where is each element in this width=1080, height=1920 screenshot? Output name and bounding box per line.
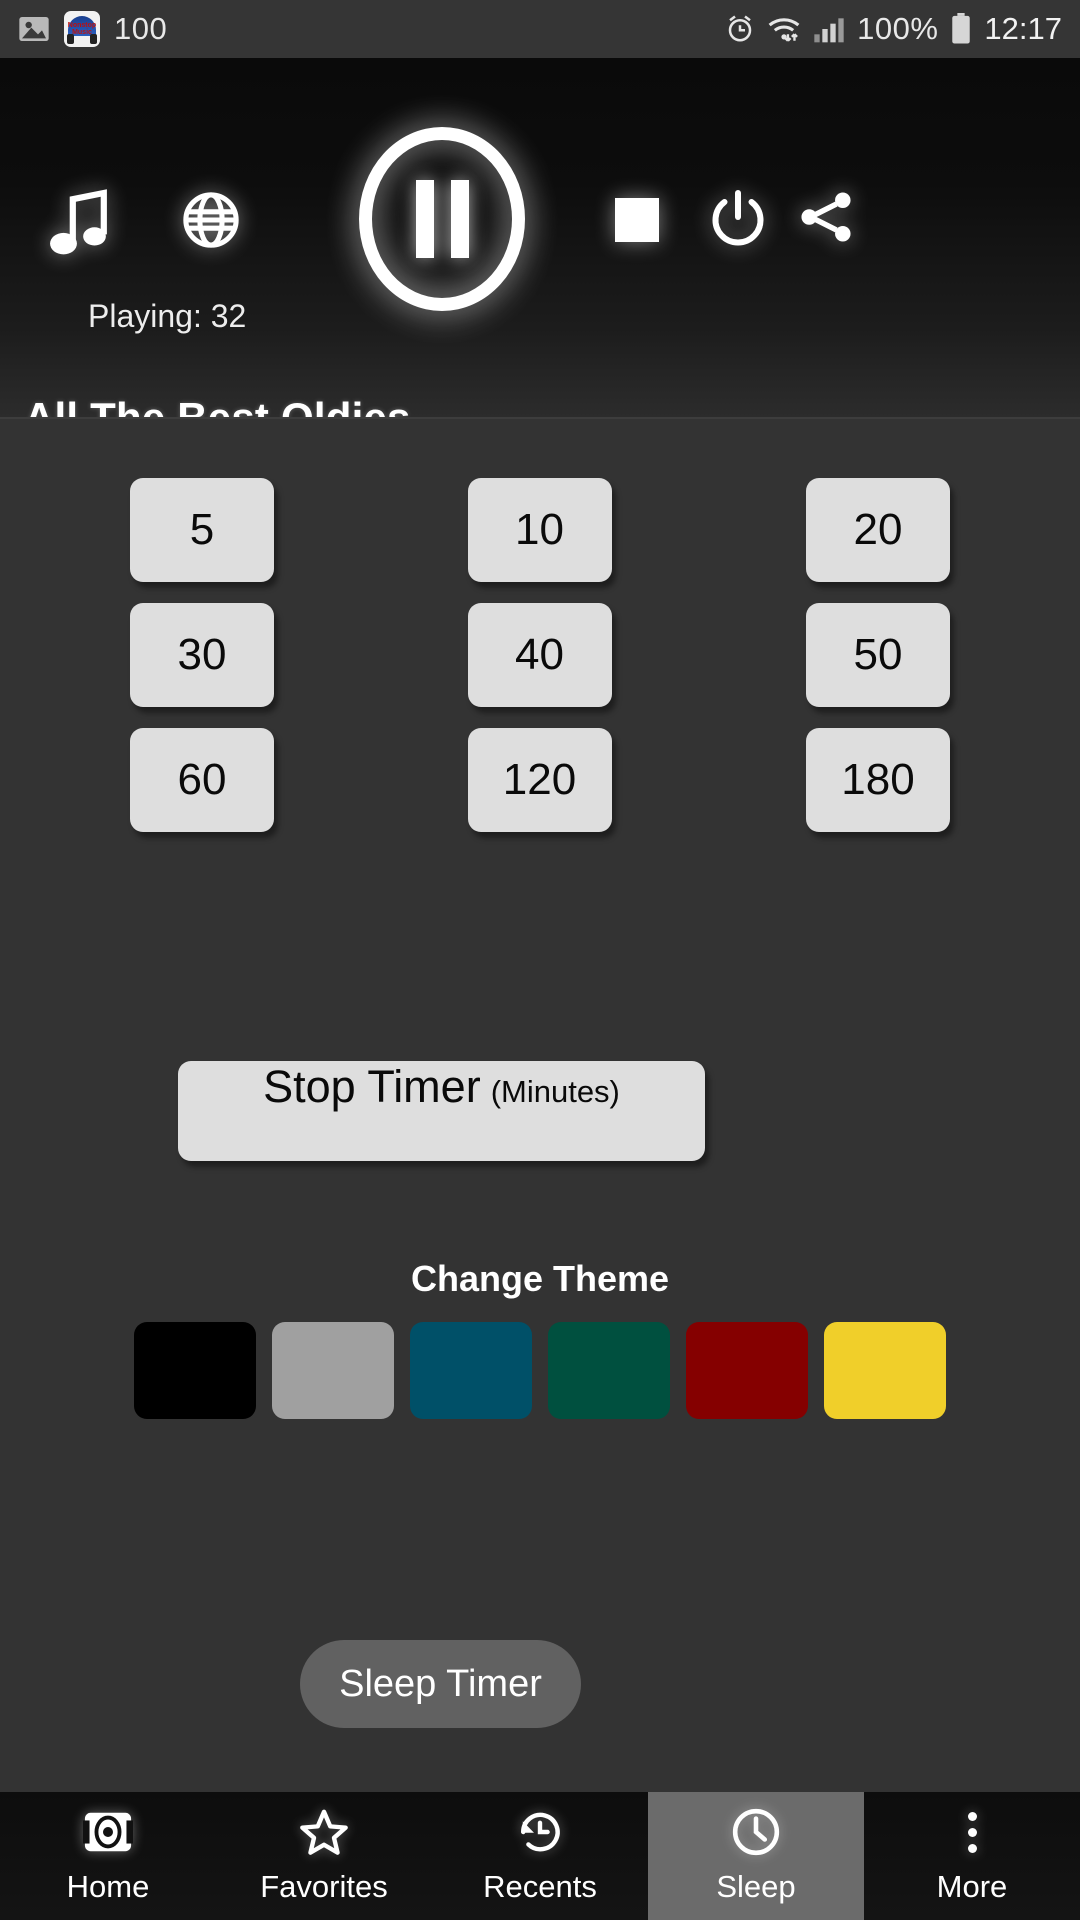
timer-button-grid: 5 10 20 30 40 50 60 120 180 bbox=[0, 478, 1080, 832]
pause-bar-left bbox=[415, 180, 434, 258]
star-icon bbox=[299, 1807, 349, 1857]
stop-timer-button[interactable]: Stop Timer (Minutes) bbox=[178, 1061, 705, 1161]
badge-line2: Music bbox=[72, 29, 92, 36]
nav-item-home[interactable]: Home bbox=[0, 1792, 216, 1920]
dot bbox=[967, 1827, 977, 1837]
sleep-timer-pill[interactable]: Sleep Timer bbox=[300, 1640, 581, 1728]
theme-swatch-yellow[interactable] bbox=[824, 1322, 946, 1419]
theme-swatch-black[interactable] bbox=[134, 1322, 256, 1419]
theme-swatch-gray[interactable] bbox=[272, 1322, 394, 1419]
timer-button-60[interactable]: 60 bbox=[130, 728, 274, 832]
globe-icon[interactable] bbox=[182, 191, 240, 249]
status-bar: Nonstop Music 100 100% 12:17 bbox=[0, 0, 1080, 58]
play-pause-button[interactable] bbox=[357, 126, 527, 312]
nav-label-sleep: Sleep bbox=[716, 1869, 796, 1904]
battery-percent: 100% bbox=[857, 11, 939, 46]
theme-swatch-list bbox=[0, 1322, 1080, 1419]
timer-button-20[interactable]: 20 bbox=[806, 478, 950, 582]
nav-label-home: Home bbox=[66, 1869, 150, 1904]
radio-icon bbox=[83, 1807, 133, 1857]
signal-icon bbox=[813, 15, 845, 43]
station-name: All The Best Oldies bbox=[24, 394, 411, 418]
player-header: Playing: 32 All The Best Oldies bbox=[0, 58, 1080, 418]
history-icon bbox=[515, 1807, 565, 1857]
share-icon[interactable] bbox=[795, 186, 857, 248]
pause-bar-right bbox=[450, 180, 469, 258]
nav-item-more[interactable]: More bbox=[864, 1792, 1080, 1920]
stop-square bbox=[615, 198, 659, 242]
timer-row: 60 120 180 bbox=[130, 728, 950, 832]
power-icon[interactable] bbox=[708, 188, 768, 248]
status-bar-right: 100% 12:17 bbox=[725, 11, 1062, 47]
nav-label-more: More bbox=[936, 1869, 1008, 1904]
image-icon bbox=[18, 15, 50, 43]
overflow-menu-icon bbox=[967, 1807, 977, 1857]
change-theme-title: Change Theme bbox=[410, 1258, 670, 1299]
playing-count-label: Playing: 32 bbox=[88, 298, 247, 334]
nav-label-favorites: Favorites bbox=[260, 1869, 388, 1904]
stop-icon[interactable] bbox=[615, 198, 659, 242]
status-bar-left: Nonstop Music 100 bbox=[18, 11, 167, 47]
nav-label-recents: Recents bbox=[483, 1869, 597, 1904]
theme-swatch-green[interactable] bbox=[548, 1322, 670, 1419]
timer-button-5[interactable]: 5 bbox=[130, 478, 274, 582]
status-clock: 12:17 bbox=[984, 11, 1062, 46]
stop-timer-unit: (Minutes) bbox=[490, 1074, 620, 1109]
app-root: Nonstop Music 100 100% 12:17 Playing: 32… bbox=[0, 0, 1080, 1920]
overflow-dots bbox=[967, 1811, 977, 1853]
dot bbox=[967, 1811, 977, 1821]
dot bbox=[967, 1843, 977, 1853]
timer-button-180[interactable]: 180 bbox=[806, 728, 950, 832]
pause-icon bbox=[415, 180, 469, 258]
player-controls bbox=[0, 58, 1080, 311]
header-divider bbox=[0, 417, 1080, 419]
timer-button-30[interactable]: 30 bbox=[130, 603, 274, 707]
wifi-icon bbox=[767, 15, 801, 43]
theme-swatch-red[interactable] bbox=[686, 1322, 808, 1419]
clock-icon bbox=[731, 1807, 781, 1857]
nav-item-favorites[interactable]: Favorites bbox=[216, 1792, 432, 1920]
timer-button-40[interactable]: 40 bbox=[467, 603, 612, 707]
app-badge-nonstop-music: Nonstop Music bbox=[64, 11, 100, 47]
timer-row: 30 40 50 bbox=[130, 603, 950, 707]
stop-timer-label: Stop Timer bbox=[263, 1061, 481, 1112]
theme-swatch-blue[interactable] bbox=[410, 1322, 532, 1419]
music-note-icon[interactable] bbox=[48, 188, 110, 260]
nav-item-sleep[interactable]: Sleep bbox=[648, 1792, 864, 1920]
timer-button-120[interactable]: 120 bbox=[467, 728, 612, 832]
notification-count: 100 bbox=[114, 11, 168, 46]
battery-icon bbox=[950, 13, 972, 45]
badge-line1: Nonstop bbox=[67, 22, 97, 29]
alarm-icon bbox=[725, 14, 755, 44]
nav-item-recents[interactable]: Recents bbox=[432, 1792, 648, 1920]
bottom-navigation: Home Favorites Recents Sleep More bbox=[0, 1792, 1080, 1920]
timer-row: 5 10 20 bbox=[130, 478, 950, 582]
timer-button-50[interactable]: 50 bbox=[806, 603, 950, 707]
timer-button-10[interactable]: 10 bbox=[467, 478, 612, 582]
